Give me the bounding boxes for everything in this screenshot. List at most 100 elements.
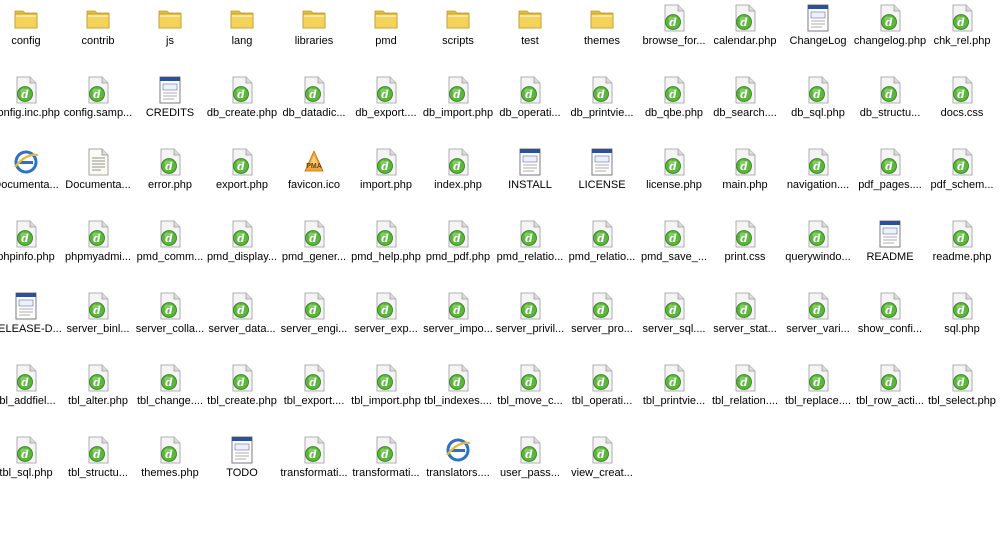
file-item[interactable]: d print.css <box>709 216 781 282</box>
file-item[interactable]: d navigation.... <box>782 144 854 210</box>
file-item[interactable]: ChangeLog <box>782 0 854 66</box>
file-item[interactable]: RELEASE-D... <box>0 288 62 354</box>
file-item[interactable]: d import.php <box>350 144 422 210</box>
file-item[interactable]: d tbl_addfiel... <box>0 360 62 426</box>
file-label: favicon.ico <box>288 179 340 191</box>
file-item[interactable]: d db_sql.php <box>782 72 854 138</box>
file-item[interactable]: d pmd_save_... <box>638 216 710 282</box>
file-item[interactable]: PMA favicon.ico <box>278 144 350 210</box>
file-item[interactable]: d tbl_indexes.... <box>422 360 494 426</box>
file-item[interactable]: Documenta... <box>0 144 62 210</box>
file-item[interactable]: pmd <box>350 0 422 66</box>
file-item[interactable]: d db_printvie... <box>566 72 638 138</box>
file-item[interactable]: lang <box>206 0 278 66</box>
file-item[interactable]: d pmd_relatio... <box>566 216 638 282</box>
file-item[interactable]: README <box>854 216 926 282</box>
file-item[interactable]: d db_export.... <box>350 72 422 138</box>
file-item[interactable]: d user_pass... <box>494 432 566 498</box>
file-item[interactable]: d server_privil... <box>494 288 566 354</box>
file-item[interactable]: d db_search.... <box>709 72 781 138</box>
file-item[interactable]: d server_sql.... <box>638 288 710 354</box>
php-file-icon: d <box>372 219 400 249</box>
file-item[interactable]: INSTALL <box>494 144 566 210</box>
file-item[interactable]: Documenta... <box>62 144 134 210</box>
file-item[interactable]: d transformati... <box>278 432 350 498</box>
file-item[interactable]: d server_exp... <box>350 288 422 354</box>
file-item[interactable]: TODO <box>206 432 278 498</box>
file-item[interactable]: d server_engi... <box>278 288 350 354</box>
file-item[interactable]: d pdf_schem... <box>926 144 998 210</box>
file-item[interactable]: d server_stat... <box>709 288 781 354</box>
file-item[interactable]: d themes.php <box>134 432 206 498</box>
file-item[interactable]: d tbl_move_c... <box>494 360 566 426</box>
file-item[interactable]: d tbl_sql.php <box>0 432 62 498</box>
file-item[interactable]: d db_qbe.php <box>638 72 710 138</box>
file-item[interactable]: d tbl_create.php <box>206 360 278 426</box>
file-item[interactable]: d show_confi... <box>854 288 926 354</box>
file-item[interactable]: d server_data... <box>206 288 278 354</box>
file-item[interactable]: config <box>0 0 62 66</box>
file-item[interactable]: d tbl_row_acti... <box>854 360 926 426</box>
file-item[interactable]: LICENSE <box>566 144 638 210</box>
file-item[interactable]: d transformati... <box>350 432 422 498</box>
file-item[interactable]: d calendar.php <box>709 0 781 66</box>
svg-text:d: d <box>885 16 893 29</box>
file-item[interactable]: d tbl_structu... <box>62 432 134 498</box>
file-item[interactable]: d server_vari... <box>782 288 854 354</box>
file-item[interactable]: d sql.php <box>926 288 998 354</box>
file-item[interactable]: js <box>134 0 206 66</box>
file-item[interactable]: d pdf_pages.... <box>854 144 926 210</box>
file-item[interactable]: d export.php <box>206 144 278 210</box>
file-item[interactable]: d index.php <box>422 144 494 210</box>
file-item[interactable]: d server_impo... <box>422 288 494 354</box>
file-item[interactable]: d tbl_select.php <box>926 360 998 426</box>
file-item[interactable]: d server_binl... <box>62 288 134 354</box>
file-item[interactable]: d tbl_export.... <box>278 360 350 426</box>
file-item[interactable]: d db_structu... <box>854 72 926 138</box>
file-item[interactable]: d tbl_replace.... <box>782 360 854 426</box>
file-item[interactable]: themes <box>566 0 638 66</box>
file-item[interactable]: d db_operati... <box>494 72 566 138</box>
file-item[interactable]: d phpmyadmi... <box>62 216 134 282</box>
file-item[interactable]: d browse_for... <box>638 0 710 66</box>
file-item[interactable]: d tbl_operati... <box>566 360 638 426</box>
file-item[interactable]: d view_creat... <box>566 432 638 498</box>
file-item[interactable]: scripts <box>422 0 494 66</box>
file-item[interactable]: d pmd_gener... <box>278 216 350 282</box>
file-item[interactable]: d config.samp... <box>62 72 134 138</box>
file-item[interactable]: d error.php <box>134 144 206 210</box>
file-item[interactable]: d main.php <box>709 144 781 210</box>
file-item[interactable]: d changelog.php <box>854 0 926 66</box>
file-item[interactable]: d tbl_printvie... <box>638 360 710 426</box>
file-item[interactable]: d pmd_pdf.php <box>422 216 494 282</box>
text-document-icon <box>84 147 112 177</box>
file-item[interactable]: d tbl_import.php <box>350 360 422 426</box>
file-item[interactable]: CREDITS <box>134 72 206 138</box>
file-item[interactable]: d pmd_help.php <box>350 216 422 282</box>
file-item[interactable]: d querywindo... <box>782 216 854 282</box>
file-item[interactable]: d pmd_comm... <box>134 216 206 282</box>
file-item[interactable]: d pmd_relatio... <box>494 216 566 282</box>
file-item[interactable]: d pmd_display... <box>206 216 278 282</box>
file-item[interactable]: d db_import.php <box>422 72 494 138</box>
file-item[interactable]: d server_colla... <box>134 288 206 354</box>
file-item[interactable]: d docs.css <box>926 72 998 138</box>
file-item[interactable]: d db_datadic... <box>278 72 350 138</box>
file-item[interactable]: d phpinfo.php <box>0 216 62 282</box>
file-item[interactable]: d tbl_relation.... <box>709 360 781 426</box>
file-item[interactable]: d license.php <box>638 144 710 210</box>
file-item[interactable]: d config.inc.php <box>0 72 62 138</box>
file-item[interactable]: d tbl_change.... <box>134 360 206 426</box>
file-item[interactable]: d server_pro... <box>566 288 638 354</box>
svg-text:d: d <box>813 160 821 173</box>
file-item[interactable]: test <box>494 0 566 66</box>
php-file-icon: d <box>804 219 832 249</box>
php-file-icon: d <box>948 219 976 249</box>
file-item[interactable]: d chk_rel.php <box>926 0 998 66</box>
file-item[interactable]: d readme.php <box>926 216 998 282</box>
file-item[interactable]: libraries <box>278 0 350 66</box>
file-item[interactable]: contrib <box>62 0 134 66</box>
file-item[interactable]: d tbl_alter.php <box>62 360 134 426</box>
file-item[interactable]: translators.... <box>422 432 494 498</box>
file-item[interactable]: d db_create.php <box>206 72 278 138</box>
